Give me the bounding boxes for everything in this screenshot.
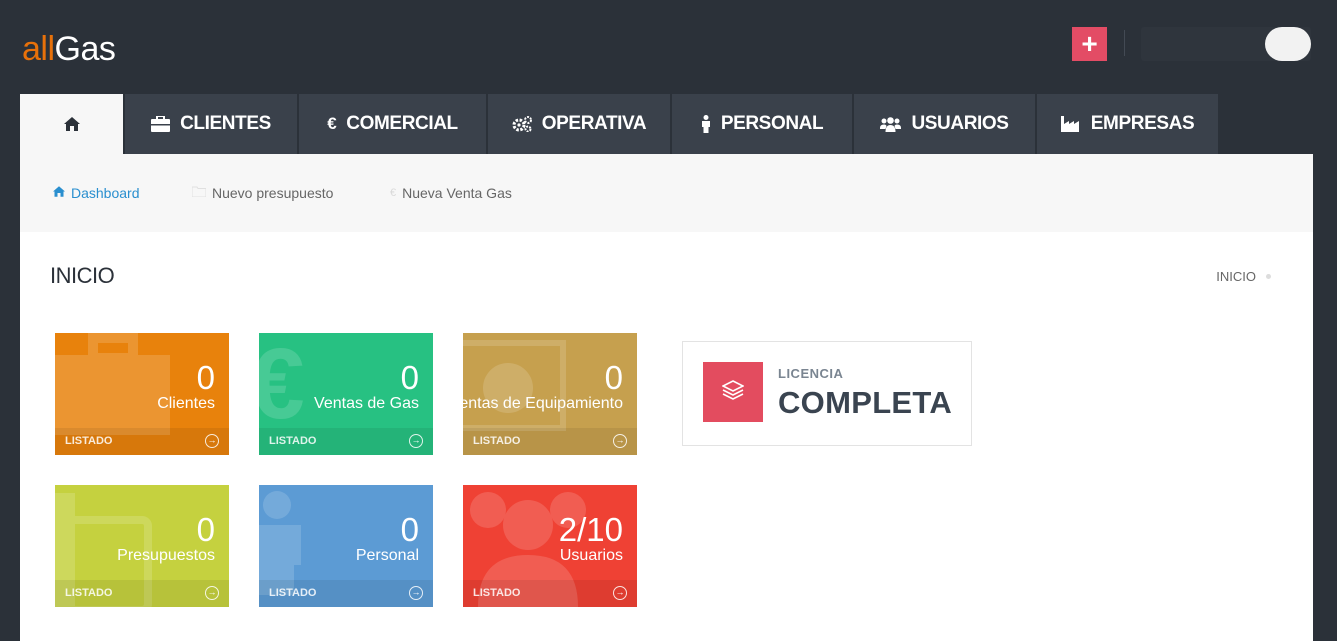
tile-label: Personal: [355, 547, 419, 564]
breadcrumb: INICIO: [1216, 269, 1271, 284]
tile-presupuestos[interactable]: 0 Presupuestos LISTADO →: [55, 485, 229, 607]
tile-label: Clientes: [157, 395, 215, 412]
logo-part-all: all: [22, 30, 55, 68]
add-button[interactable]: +: [1072, 27, 1107, 61]
shortcut-nuevo-presupuesto-label: Nuevo presupuesto: [212, 185, 334, 201]
avatar[interactable]: [1265, 27, 1311, 61]
tile-ventas-gas[interactable]: € 0 Ventas de Gas LISTADO →: [259, 333, 433, 455]
tile-value: 0: [196, 359, 215, 396]
breadcrumb-current: INICIO: [1216, 269, 1256, 284]
shortcut-dashboard[interactable]: Dashboard: [53, 185, 140, 201]
tile-footer-label: LISTADO: [269, 435, 317, 447]
tile-footer-label: LISTADO: [473, 587, 521, 599]
users-icon: [880, 116, 902, 132]
tile-value: 2/10: [558, 511, 623, 548]
nav-personal-label: PERSONAL: [720, 113, 824, 134]
tile-footer[interactable]: LISTADO →: [55, 580, 229, 607]
tile-value: 0: [196, 511, 215, 548]
license-icon-box: [703, 362, 763, 422]
tile-value: 0: [604, 359, 623, 396]
nav-comercial[interactable]: € COMERCIAL: [299, 94, 486, 154]
briefcase-icon: [151, 116, 171, 132]
nav-empresas-label: EMPRESAS: [1090, 113, 1195, 134]
tile-ventas-equipamiento[interactable]: 0 entas de Equipamiento LISTADO →: [463, 333, 637, 455]
nav-personal[interactable]: PERSONAL: [672, 94, 852, 154]
page-title: INICIO: [50, 263, 115, 288]
euro-icon: €: [327, 114, 337, 133]
logo-part-gas: Gas: [54, 30, 116, 68]
person-icon: [259, 491, 301, 595]
briefcase-icon: [55, 333, 170, 435]
tile-footer-label: LISTADO: [65, 435, 113, 447]
svg-text:€: €: [259, 333, 305, 440]
nav-operativa[interactable]: OPERATIVA: [488, 94, 670, 154]
nav-home[interactable]: [20, 94, 123, 154]
person-icon: [701, 115, 711, 133]
layers-icon: [721, 379, 745, 405]
nav-comercial-label: COMERCIAL: [346, 113, 458, 134]
cogs-icon: [512, 116, 532, 132]
breadcrumb-dot: [1266, 274, 1271, 279]
industry-icon: [1060, 116, 1081, 132]
folder-icon: [191, 186, 207, 200]
shortcut-nueva-venta-gas[interactable]: € Nueva Venta Gas: [390, 185, 512, 201]
nav-clientes[interactable]: CLIENTES: [125, 94, 297, 154]
license-value: COMPLETA: [778, 385, 953, 420]
app-logo[interactable]: allGas: [22, 30, 116, 69]
tile-personal[interactable]: 0 Personal LISTADO →: [259, 485, 433, 607]
home-icon: [63, 117, 80, 131]
license-subtitle: LICENCIA: [778, 366, 844, 381]
arrow-right-icon[interactable]: →: [613, 586, 627, 600]
arrow-right-icon[interactable]: →: [409, 434, 423, 448]
nav-empresas[interactable]: EMPRESAS: [1037, 94, 1218, 154]
tile-footer[interactable]: LISTADO →: [259, 428, 433, 455]
arrow-right-icon[interactable]: →: [205, 434, 219, 448]
arrow-right-icon[interactable]: →: [205, 586, 219, 600]
header-divider: [1124, 30, 1125, 56]
shortcut-bar: Dashboard Nuevo presupuesto € Nueva Vent…: [20, 154, 1313, 232]
tile-label: Ventas de Gas: [314, 395, 419, 412]
license-box: LICENCIA COMPLETA: [682, 341, 972, 446]
tile-usuarios[interactable]: 2/10 Usuarios LISTADO →: [463, 485, 637, 607]
tile-label: Presupuestos: [117, 547, 215, 564]
nav-usuarios[interactable]: USUARIOS: [854, 94, 1035, 154]
user-menu[interactable]: [1141, 27, 1311, 61]
home-icon: [53, 186, 65, 200]
content-panel: Dashboard Nuevo presupuesto € Nueva Vent…: [20, 154, 1313, 641]
tile-footer[interactable]: LISTADO →: [463, 580, 637, 607]
tile-footer-label: LISTADO: [473, 435, 521, 447]
tile-value: 0: [400, 359, 419, 396]
shortcut-nueva-venta-gas-label: Nueva Venta Gas: [402, 185, 512, 201]
tile-clientes[interactable]: 0 Clientes LISTADO →: [55, 333, 229, 455]
tile-value: 0: [400, 511, 419, 548]
tile-footer[interactable]: LISTADO →: [55, 428, 229, 455]
tile-footer[interactable]: LISTADO →: [259, 580, 433, 607]
tile-label: entas de Equipamiento: [463, 395, 623, 412]
nav-operativa-label: OPERATIVA: [541, 113, 647, 134]
main-nav: CLIENTES € COMERCIAL OPERATIVA PERSONAL …: [20, 94, 1220, 154]
nav-clientes-label: CLIENTES: [180, 113, 271, 134]
tile-label: Usuarios: [559, 547, 623, 564]
nav-usuarios-label: USUARIOS: [911, 113, 1009, 134]
arrow-right-icon[interactable]: →: [409, 586, 423, 600]
euro-icon: €: [390, 187, 397, 199]
euro-icon: €: [259, 333, 305, 440]
tile-footer-label: LISTADO: [269, 587, 317, 599]
shortcut-nuevo-presupuesto[interactable]: Nuevo presupuesto: [191, 185, 334, 201]
tile-footer-label: LISTADO: [65, 587, 113, 599]
arrow-right-icon[interactable]: →: [613, 434, 627, 448]
tile-footer[interactable]: LISTADO →: [463, 428, 637, 455]
shortcut-dashboard-label: Dashboard: [71, 185, 140, 201]
